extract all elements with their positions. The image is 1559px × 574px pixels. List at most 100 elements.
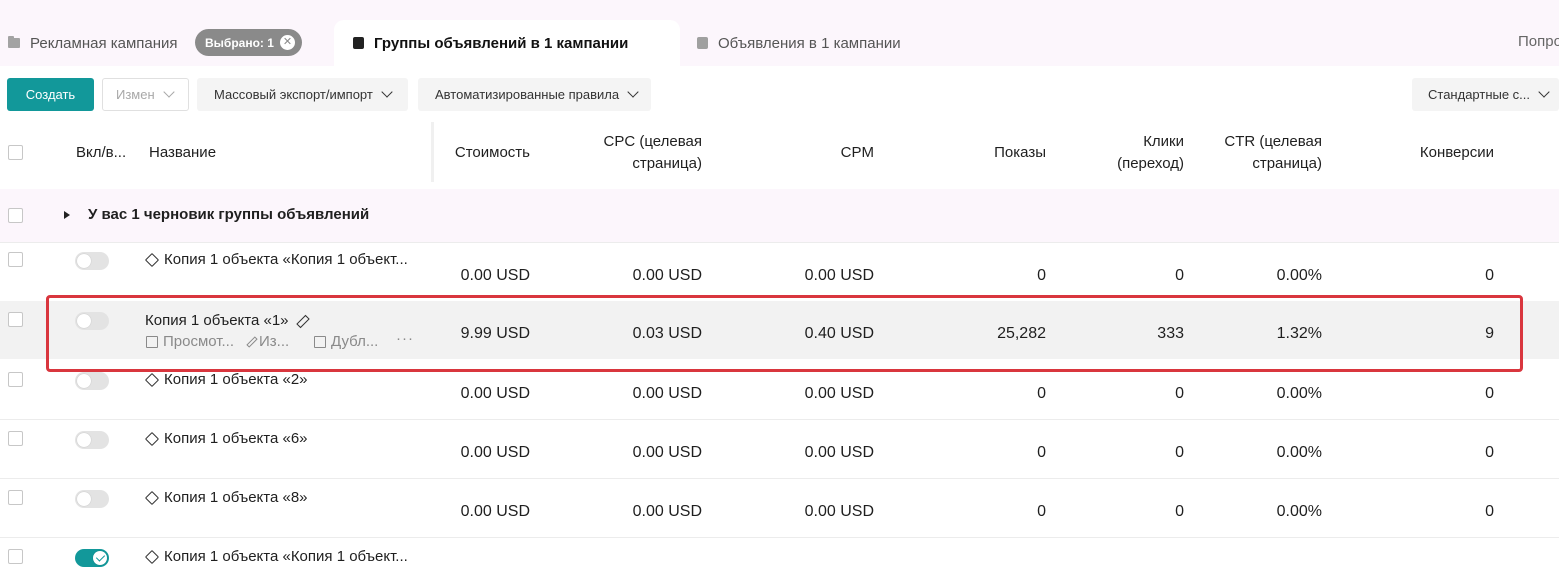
chevron-down-icon	[381, 86, 393, 98]
row-name[interactable]: Копия 1 объекта «6»	[146, 430, 308, 447]
cell-cpc: 0.00 USD	[632, 267, 702, 284]
folder-icon	[8, 36, 20, 48]
edit-dropdown[interactable]: Измен	[102, 78, 189, 111]
cell-cpm: 0.00 USD	[804, 444, 874, 461]
header-clicks[interactable]: Клики (переход)	[1084, 131, 1184, 175]
row-divider	[0, 537, 1559, 538]
header-cpc-line2: страница)	[632, 155, 702, 172]
header-ctr-line2: страница)	[1252, 155, 1322, 172]
cell-clicks: 0	[1175, 267, 1184, 284]
row-toggle[interactable]	[75, 431, 109, 449]
cell-ctr: 0.00%	[1276, 444, 1322, 461]
row-name[interactable]: Копия 1 объекта «Копия 1 объект...	[146, 251, 408, 268]
cell-impressions: 0	[1037, 385, 1046, 402]
chevron-down-icon	[162, 86, 175, 98]
tab-right-truncated[interactable]: Попро	[1518, 33, 1559, 50]
cell-ctr: 0.00%	[1276, 503, 1322, 520]
cell-cost: 0.00 USD	[460, 444, 530, 461]
automated-rules-dropdown[interactable]: Автоматизированные правила	[418, 78, 651, 111]
ad-group-icon	[353, 37, 364, 49]
tab-ad-groups[interactable]: Группы объявлений в 1 кампании	[334, 20, 680, 66]
row-toggle[interactable]	[75, 252, 109, 270]
header-clicks-line1: Клики	[1143, 133, 1184, 150]
cell-impressions: 0	[1037, 444, 1046, 461]
cell-ctr: 0.00%	[1276, 267, 1322, 284]
check-icon	[95, 552, 106, 562]
header-impressions[interactable]: Показы	[946, 142, 1046, 164]
header-clicks-line2: (переход)	[1117, 155, 1184, 172]
row-checkbox[interactable]	[8, 431, 23, 446]
row-toggle[interactable]	[75, 490, 109, 508]
chevron-down-icon	[627, 86, 639, 98]
row-toggle[interactable]	[75, 549, 109, 567]
cell-impressions: 0	[1037, 503, 1046, 520]
cell-impressions: 0	[1037, 267, 1046, 284]
ad-group-icon	[146, 492, 157, 503]
row-checkbox[interactable]	[8, 549, 23, 564]
header-toggle[interactable]: Вкл/в...	[76, 142, 126, 164]
row-name-label: Копия 1 объекта «2»	[164, 371, 308, 388]
draft-row-extension	[414, 189, 1559, 242]
row-checkbox[interactable]	[8, 252, 23, 267]
ad-group-icon	[146, 551, 157, 562]
row-divider	[0, 242, 1559, 243]
tab-ads[interactable]: Объявления в 1 кампании	[697, 20, 901, 66]
bulk-export-import-label: Массовый экспорт/импорт	[214, 87, 373, 102]
cell-clicks: 0	[1175, 385, 1184, 402]
row-toggle[interactable]	[75, 372, 109, 390]
row-name-label: Копия 1 объекта «Копия 1 объект...	[164, 548, 408, 565]
row-name[interactable]: Копия 1 объекта «Копия 1 объект...	[146, 548, 408, 565]
draft-row-label: У вас 1 черновик группы объявлений	[88, 206, 370, 223]
standard-columns-label: Стандартные с...	[1428, 87, 1531, 102]
header-cost[interactable]: Стоимость	[430, 142, 530, 164]
cell-cpm: 0.00 USD	[804, 503, 874, 520]
cell-cpc: 0.00 USD	[632, 385, 702, 402]
clear-selection-icon[interactable]: ✕	[280, 35, 295, 50]
header-cpm[interactable]: CPM	[774, 142, 874, 164]
row-name[interactable]: Копия 1 объекта «2»	[146, 371, 308, 388]
row-checkbox[interactable]	[8, 490, 23, 505]
cell-conversions: 0	[1485, 444, 1494, 461]
standard-columns-dropdown[interactable]: Стандартные с...	[1412, 78, 1559, 111]
row-checkbox[interactable]	[8, 372, 23, 387]
row-divider	[0, 478, 1559, 479]
row-name-label: Копия 1 объекта «6»	[164, 430, 308, 447]
row-checkbox[interactable]	[8, 312, 23, 327]
caret-right-icon[interactable]	[64, 211, 70, 219]
row-name-label: Копия 1 объекта «Копия 1 объект...	[164, 251, 408, 268]
header-conversions[interactable]: Конверсии	[1394, 142, 1494, 164]
ad-group-icon	[146, 433, 157, 444]
edit-dropdown-label: Измен	[116, 87, 155, 102]
cell-cpc: 0.00 USD	[632, 444, 702, 461]
chevron-down-icon	[1538, 86, 1550, 98]
cell-ctr: 0.00%	[1276, 385, 1322, 402]
draft-checkbox[interactable]	[8, 208, 23, 223]
tab-campaign[interactable]: Рекламная кампания	[8, 20, 178, 66]
highlight-frame	[46, 295, 1523, 372]
tab-campaign-label: Рекламная кампания	[30, 34, 178, 52]
tab-ads-label: Объявления в 1 кампании	[718, 34, 901, 52]
cell-cost: 0.00 USD	[460, 503, 530, 520]
automated-rules-label: Автоматизированные правила	[435, 87, 620, 102]
selected-badge-label: Выбрано: 1	[205, 35, 274, 50]
header-ctr[interactable]: CTR (целевая страница)	[1180, 131, 1322, 175]
row-divider	[0, 419, 1559, 420]
bulk-export-import-dropdown[interactable]: Массовый экспорт/импорт	[197, 78, 408, 111]
select-all-checkbox[interactable]	[8, 145, 23, 160]
header-name[interactable]: Название	[149, 142, 216, 164]
ad-icon	[697, 37, 708, 49]
row-name-label: Копия 1 объекта «8»	[164, 489, 308, 506]
create-button[interactable]: Создать	[7, 78, 94, 111]
cell-cost: 0.00 USD	[460, 385, 530, 402]
cell-cpm: 0.00 USD	[804, 385, 874, 402]
row-name[interactable]: Копия 1 объекта «8»	[146, 489, 308, 506]
cell-conversions: 0	[1485, 385, 1494, 402]
cell-conversions: 0	[1485, 267, 1494, 284]
header-cpc-line1: CPC (целевая	[603, 133, 702, 150]
header-cpc[interactable]: CPC (целевая страница)	[560, 131, 702, 175]
ad-group-icon	[146, 254, 157, 265]
cell-clicks: 0	[1175, 444, 1184, 461]
tab-ad-groups-label: Группы объявлений в 1 кампании	[374, 34, 629, 52]
cell-conversions: 0	[1485, 503, 1494, 520]
selected-badge[interactable]: Выбрано: 1 ✕	[195, 29, 302, 56]
